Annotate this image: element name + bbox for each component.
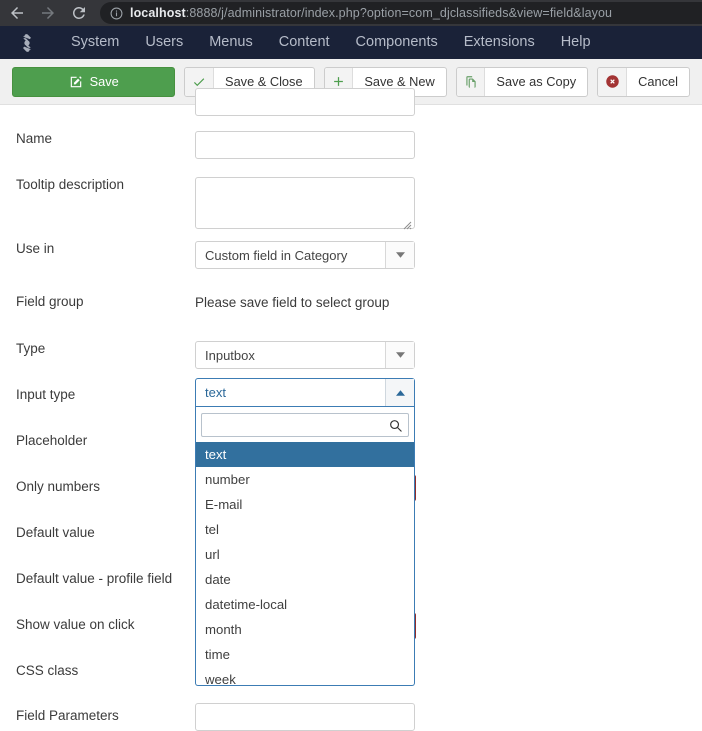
name-input[interactable] — [195, 131, 415, 159]
input-type-option-number[interactable]: number — [196, 467, 414, 492]
input-type-option-time[interactable]: time — [196, 642, 414, 667]
menu-item-menus[interactable]: Menus — [196, 26, 266, 59]
use-in-select-value: Custom field in Category — [205, 247, 348, 263]
type-select-value: Inputbox — [205, 347, 255, 363]
field-field-parameters — [195, 703, 415, 731]
input-type-dropdown: text text number E-mail tel url date dat… — [195, 378, 415, 686]
label-type: Type — [16, 341, 46, 356]
label-tooltip-description: Tooltip description — [16, 177, 125, 192]
input-type-search-box — [201, 413, 409, 437]
label-show-value-on-click: Show value on click — [16, 617, 135, 632]
form-row-field-group: Field group Please save field to select … — [0, 294, 702, 312]
input-type-dropdown-panel: text number E-mail tel url date datetime… — [195, 407, 415, 686]
admin-menu-bar: System Users Menus Content Components Ex… — [0, 26, 702, 59]
url-path: :8888/j/administrator/index.php?option=c… — [185, 6, 613, 20]
menu-item-system[interactable]: System — [58, 26, 132, 59]
input-type-option-week[interactable]: week — [196, 667, 414, 685]
address-bar[interactable]: localhost:8888/j/administrator/index.php… — [100, 2, 702, 24]
label-default-value-profile-field: Default value - profile field — [16, 571, 173, 586]
type-select[interactable]: Inputbox — [195, 341, 415, 369]
form-row-type: Type Inputbox — [0, 341, 702, 369]
save-button-label: Save — [89, 74, 119, 89]
use-in-select[interactable]: Custom field in Category — [195, 241, 415, 269]
label-field-parameters: Field Parameters — [16, 708, 119, 723]
form-row-clipped-top — [0, 88, 702, 116]
field-group-note: Please save field to select group — [195, 295, 390, 310]
form-row-use-in: Use in Custom field in Category — [0, 241, 702, 269]
input-type-select-toggle[interactable]: text — [195, 378, 415, 407]
clipped-row-label — [0, 88, 195, 116]
input-type-search-wrap — [196, 407, 414, 442]
url-text: localhost:8888/j/administrator/index.php… — [130, 6, 612, 20]
input-type-option-text[interactable]: text — [196, 442, 414, 467]
input-type-selected-value: text — [205, 385, 226, 400]
pencil-square-icon — [69, 75, 83, 89]
resize-grip-icon[interactable] — [402, 217, 412, 230]
input-type-option-date[interactable]: date — [196, 567, 414, 592]
browser-chrome: localhost:8888/j/administrator/index.php… — [0, 0, 702, 26]
form-row-field-parameters: Field Parameters — [0, 703, 702, 731]
input-type-option-datetime-local[interactable]: datetime-local — [196, 592, 414, 617]
input-type-option-list: text number E-mail tel url date datetime… — [196, 442, 414, 685]
url-host: localhost — [130, 6, 186, 20]
menu-item-content[interactable]: Content — [266, 26, 343, 59]
chevron-up-icon[interactable] — [385, 379, 414, 406]
form-row-name: Name — [0, 131, 702, 159]
browser-nav-buttons — [0, 4, 88, 22]
label-placeholder: Placeholder — [16, 433, 88, 448]
field-parameters-input[interactable] — [195, 703, 415, 731]
input-type-search-input[interactable] — [202, 414, 408, 436]
field-edit-form: Name Tooltip description Use in Custom f… — [0, 88, 702, 731]
menu-item-extensions[interactable]: Extensions — [451, 26, 548, 59]
label-field-group: Field group — [16, 294, 84, 309]
back-arrow-icon[interactable] — [8, 4, 26, 22]
input-type-option-month[interactable]: month — [196, 617, 414, 642]
menu-item-users[interactable]: Users — [132, 26, 196, 59]
label-default-value: Default value — [16, 525, 95, 540]
menu-item-components[interactable]: Components — [343, 26, 451, 59]
clipped-row-field — [195, 88, 415, 116]
menu-item-help[interactable]: Help — [548, 26, 604, 59]
label-only-numbers: Only numbers — [16, 479, 101, 494]
chevron-down-icon[interactable] — [385, 342, 414, 368]
field-name — [195, 131, 415, 159]
forward-arrow-icon[interactable] — [39, 4, 57, 22]
label-input-type: Input type — [16, 387, 76, 402]
label-name: Name — [16, 131, 53, 146]
reload-icon[interactable] — [70, 4, 88, 22]
input-type-option-url[interactable]: url — [196, 542, 414, 567]
joomla-logo-icon[interactable] — [16, 32, 38, 54]
clipped-input[interactable] — [195, 88, 415, 116]
chevron-down-icon[interactable] — [385, 242, 414, 268]
field-use-in: Custom field in Category — [195, 241, 415, 269]
tooltip-description-textarea[interactable] — [195, 177, 415, 230]
input-type-option-tel[interactable]: tel — [196, 517, 414, 542]
field-tooltip-description — [195, 177, 415, 230]
info-circle-icon[interactable] — [110, 7, 123, 20]
field-field-group: Please save field to select group — [195, 294, 389, 312]
label-use-in: Use in — [16, 241, 55, 256]
field-type: Inputbox — [195, 341, 415, 369]
label-css-class: CSS class — [16, 663, 79, 678]
magnifier-icon[interactable] — [388, 418, 403, 433]
input-type-option-email[interactable]: E-mail — [196, 492, 414, 517]
form-row-tooltip-description: Tooltip description — [0, 177, 702, 230]
